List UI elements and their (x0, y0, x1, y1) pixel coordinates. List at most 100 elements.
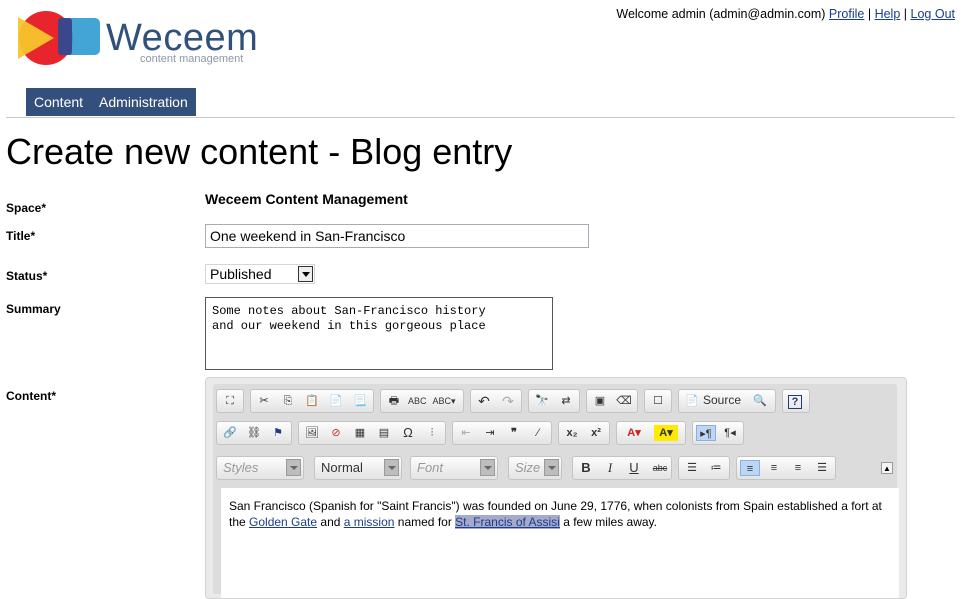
numbered-list-icon[interactable]: ☰ (684, 460, 700, 476)
toolbar-group-source: 📄 Source 🔍 (678, 389, 776, 413)
styles-combo[interactable]: Styles (216, 456, 304, 480)
logout-link[interactable]: Log Out (911, 7, 955, 21)
chevron-down-icon[interactable] (480, 459, 495, 476)
toolbar-group-direction: ▸¶ ¶◂ (692, 421, 744, 445)
toolbar-group-insert: 🖼 ⊘ ▦ ▤ Ω ⫶ (298, 421, 446, 445)
horizontal-rule-icon[interactable]: ▤ (376, 425, 392, 441)
image-icon[interactable]: 🖼 (304, 425, 320, 441)
font-combo[interactable]: Font (410, 456, 498, 480)
title-input[interactable] (205, 224, 589, 248)
link-icon[interactable]: 🔗 (222, 425, 238, 441)
find-icon[interactable]: 🔭 (534, 393, 550, 409)
subscript-icon[interactable]: x₂ (564, 425, 580, 441)
maximize-icon[interactable]: ⛶ (222, 393, 238, 409)
spellcheck-icon[interactable]: ABC (408, 393, 427, 409)
background-color-icon[interactable]: A▾ (654, 425, 678, 441)
golden-gate-link[interactable]: Golden Gate (249, 515, 317, 529)
logo-mark-icon (18, 11, 100, 65)
chevron-down-icon[interactable] (286, 459, 301, 476)
paste-icon[interactable]: 📋 (304, 393, 320, 409)
align-justify-icon[interactable]: ☰ (814, 460, 830, 476)
st-francis-link-selected[interactable]: St. Francis of Assisi (455, 515, 560, 529)
toolbar-group-find: 🔭 ⇄ (528, 389, 580, 413)
anchor-flag-icon[interactable]: ⚑ (270, 425, 286, 441)
preview-icon[interactable]: 🔍 (752, 393, 768, 409)
page-break-icon[interactable]: ⫶ (424, 425, 440, 441)
summary-textarea[interactable]: Some notes about San-Francisco history a… (205, 297, 553, 370)
paste-text-icon[interactable]: 📄 (328, 393, 344, 409)
chevron-down-icon[interactable] (384, 459, 399, 476)
redo-icon[interactable]: ↷ (500, 393, 516, 409)
toolbar-group-links: 🔗 ⛓ ⚑ (216, 421, 292, 445)
nav-divider (6, 117, 955, 118)
paste-word-icon[interactable]: 📃 (352, 393, 368, 409)
font-combo-label: Font (417, 460, 444, 475)
undo-icon[interactable]: ↶ (476, 393, 492, 409)
rich-text-editor: ⛶ ✂ ⎘ 📋 📄 📃 🖶 ABC ABC▾ ↶ ↷ 🔭 ⇄ ▣ ⌫ ☐ 📄 S… (205, 377, 907, 599)
text-color-icon[interactable]: A▾ (622, 425, 646, 441)
blockquote-icon[interactable]: ❞ (506, 425, 522, 441)
mission-link[interactable]: a mission (344, 515, 395, 529)
nav-tab-content[interactable]: Content (26, 88, 91, 116)
status-value: Published (210, 266, 272, 282)
align-left-icon[interactable]: ≡ (740, 460, 760, 476)
space-label: Space* (6, 201, 47, 215)
align-right-icon[interactable]: ≡ (790, 460, 806, 476)
superscript-icon[interactable]: x² (588, 425, 604, 441)
collapse-toolbar-icon[interactable]: ▲ (881, 462, 893, 474)
rtl-icon[interactable]: ¶◂ (722, 425, 738, 441)
content-label: Content* (6, 389, 56, 403)
bulleted-list-icon[interactable]: ≔ (708, 460, 724, 476)
cut-icon[interactable]: ✂ (256, 393, 272, 409)
help-icon[interactable]: ? (788, 395, 802, 409)
replace-icon[interactable]: ⇄ (558, 393, 574, 409)
content-text: named for (394, 515, 456, 529)
new-page-icon[interactable]: ☐ (650, 393, 666, 409)
status-select[interactable]: Published (205, 264, 315, 284)
toolbar-group-spell: 🖶 ABC ABC▾ (380, 389, 464, 413)
chevron-down-icon[interactable] (544, 459, 559, 476)
strikethrough-icon[interactable]: abc (650, 460, 670, 476)
italic-icon[interactable]: I (602, 460, 618, 476)
toolbar-group-indent: ⇤ ⇥ ❞ ⁄ (452, 421, 552, 445)
weceem-logo[interactable]: Weceem content management (14, 9, 258, 69)
size-combo[interactable]: Size (508, 456, 562, 480)
space-value: Weceem Content Management (205, 191, 408, 207)
bold-icon[interactable]: B (578, 460, 594, 476)
title-label: Title* (6, 229, 36, 243)
outdent-icon[interactable]: ⇤ (458, 425, 474, 441)
toolbar-group-maximize: ⛶ (216, 389, 244, 413)
source-icon[interactable]: 📄 (684, 393, 700, 409)
select-all-icon[interactable]: ▣ (592, 393, 608, 409)
align-center-icon[interactable]: ≡ (766, 460, 782, 476)
special-char-icon[interactable]: Ω (400, 425, 416, 441)
underline-icon[interactable]: U (626, 460, 642, 476)
remove-format-icon[interactable]: ⌫ (616, 393, 632, 409)
toolbar-group-lists: ☰ ≔ (678, 456, 730, 480)
separator: | (867, 7, 872, 21)
editor-content-area[interactable]: San Francisco (Spanish for "Saint Franci… (221, 488, 899, 598)
toolbar-group-script: x₂ x² (558, 421, 610, 445)
table-icon[interactable]: ▦ (352, 425, 368, 441)
format-combo[interactable]: Normal (314, 456, 402, 480)
editor-toolbar-area: ⛶ ✂ ⎘ 📋 📄 📃 🖶 ABC ABC▾ ↶ ↷ 🔭 ⇄ ▣ ⌫ ☐ 📄 S… (213, 384, 899, 598)
logo-tagline: content management (140, 53, 244, 65)
page-title: Create new content - Blog entry (6, 131, 513, 172)
status-label: Status* (6, 269, 48, 283)
separator: | (903, 7, 908, 21)
print-icon[interactable]: 🖶 (386, 393, 402, 409)
scayt-icon[interactable]: ABC▾ (432, 393, 456, 409)
flash-icon[interactable]: ⊘ (328, 425, 344, 441)
content-text: and (317, 515, 344, 529)
profile-link[interactable]: Profile (829, 7, 864, 21)
chevron-down-icon[interactable] (298, 266, 313, 282)
div-container-icon[interactable]: ⁄ (530, 425, 546, 441)
source-button-label[interactable]: Source (703, 393, 741, 407)
nav-tab-administration[interactable]: Administration (91, 88, 196, 116)
unlink-icon[interactable]: ⛓ (246, 425, 262, 441)
indent-icon[interactable]: ⇥ (482, 425, 498, 441)
toolbar-group-newpage: ☐ (644, 389, 672, 413)
copy-icon[interactable]: ⎘ (280, 393, 296, 409)
help-link[interactable]: Help (875, 7, 901, 21)
ltr-icon[interactable]: ▸¶ (696, 425, 716, 441)
